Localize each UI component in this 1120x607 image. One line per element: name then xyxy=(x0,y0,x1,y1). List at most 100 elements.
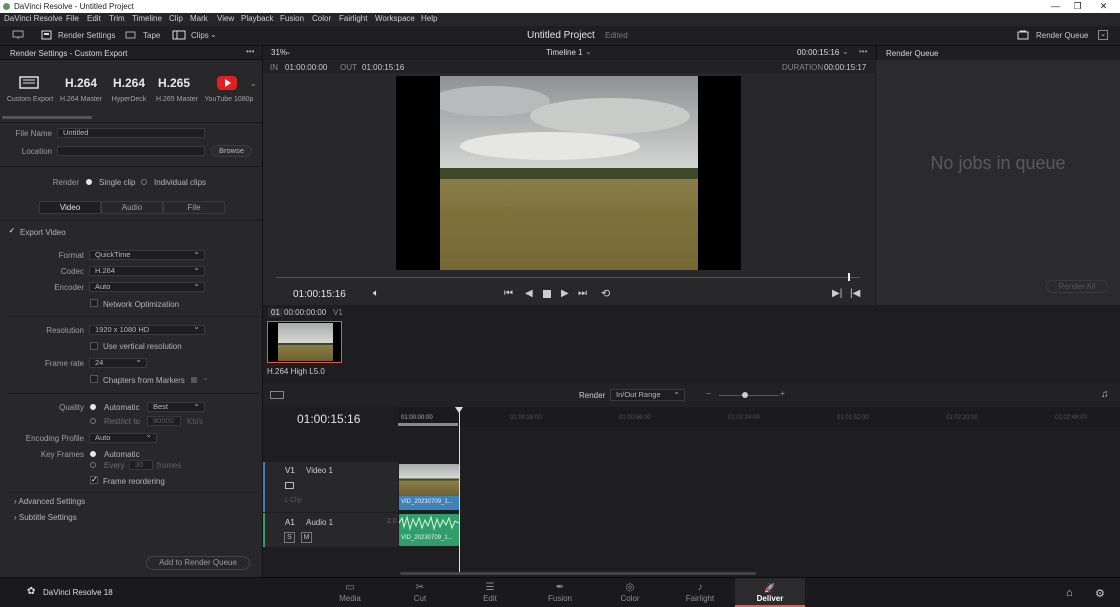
render-queue-icon[interactable] xyxy=(1017,30,1029,42)
menu-clip[interactable]: Clip xyxy=(169,14,183,23)
youtube-icon[interactable] xyxy=(217,76,237,90)
codec-select[interactable]: H.264 xyxy=(89,264,205,276)
page-color[interactable]: ◎ Color xyxy=(595,582,665,603)
network-optimization-checkbox[interactable] xyxy=(90,299,98,307)
menu-trim[interactable]: Trim xyxy=(109,14,125,23)
preset-h265-master[interactable]: H.265 Master xyxy=(151,96,203,103)
menu-workspace[interactable]: Workspace xyxy=(375,14,415,23)
menu-help[interactable]: Help xyxy=(421,14,437,23)
individual-clips-radio[interactable] xyxy=(141,179,147,185)
menu-timeline[interactable]: Timeline xyxy=(132,14,162,23)
expand-panel-icon[interactable]: ⌄ xyxy=(1098,30,1108,40)
play-reverse-icon[interactable]: ◀ xyxy=(525,288,533,299)
next-marker-icon[interactable]: ▶| xyxy=(832,288,842,299)
subtitle-settings-toggle[interactable]: › Subtitle Settings xyxy=(14,513,77,522)
play-icon[interactable]: ▶ xyxy=(561,288,569,299)
scrubber-track[interactable] xyxy=(276,277,860,278)
chapters-checkbox[interactable] xyxy=(90,375,98,383)
menu-mark[interactable]: Mark xyxy=(190,14,208,23)
resolution-select[interactable]: 1920 x 1080 HD xyxy=(89,323,205,335)
menu-color[interactable]: Color xyxy=(312,14,331,23)
clip-thumbnail[interactable] xyxy=(267,321,342,363)
preset-h264-master[interactable]: H.264 Master xyxy=(58,96,104,103)
format-select[interactable]: QuickTime xyxy=(89,248,205,260)
mute-button[interactable]: M xyxy=(301,532,312,543)
clips-button[interactable]: Clips xyxy=(191,31,209,40)
menu-file[interactable]: File xyxy=(66,14,79,23)
file-name-field[interactable]: Untitled xyxy=(57,128,205,138)
zoom-slider[interactable] xyxy=(719,395,779,396)
tab-file[interactable]: File xyxy=(163,201,225,214)
page-fairlight[interactable]: ♪ Fairlight xyxy=(665,582,735,603)
render-settings-icon[interactable] xyxy=(41,30,52,42)
playhead-marker[interactable] xyxy=(848,273,850,281)
playhead-handle[interactable] xyxy=(455,407,463,413)
keyframes-every-radio[interactable] xyxy=(90,462,96,468)
options-icon[interactable]: ••• xyxy=(246,47,254,56)
volume-icon[interactable]: 🔈︎ xyxy=(373,288,379,299)
home-icon[interactable]: ⌂ xyxy=(1066,587,1073,599)
close-icon[interactable]: ✕ xyxy=(1098,1,1109,12)
preset-h264-master-title[interactable]: H.264 xyxy=(58,76,104,90)
minimize-icon[interactable]: — xyxy=(1050,1,1061,11)
previous-marker-icon[interactable]: |◀ xyxy=(850,288,860,299)
viewer-options-icon[interactable]: ••• xyxy=(859,47,867,56)
encoding-profile-select[interactable]: Auto xyxy=(89,431,157,443)
preset-custom-export[interactable]: Custom Export xyxy=(4,96,56,103)
track-monitor-icon[interactable] xyxy=(285,482,294,489)
render-all-button[interactable]: Render All xyxy=(1046,280,1108,293)
render-range-select[interactable]: In/Out Range xyxy=(610,387,685,401)
tape-button[interactable]: Tape xyxy=(143,31,160,40)
preset-hyperdeck-title[interactable]: H.264 xyxy=(106,76,152,90)
video-clip[interactable]: VID_20230709_1... xyxy=(399,464,459,510)
go-to-start-icon[interactable]: ⏮︎ xyxy=(504,288,513,299)
render-settings-button[interactable]: Render Settings xyxy=(58,31,115,40)
frame-reordering-checkbox[interactable]: ✓ xyxy=(90,476,98,484)
tab-video[interactable]: Video xyxy=(39,201,101,214)
vertical-resolution-checkbox[interactable] xyxy=(90,342,98,350)
gear-icon[interactable]: ⚙ xyxy=(1095,587,1105,600)
browse-button[interactable]: Browse xyxy=(211,145,252,157)
page-fusion[interactable]: ✒ Fusion xyxy=(525,582,595,603)
timeline-select[interactable]: Timeline 1 xyxy=(546,48,583,57)
restrict-value-field[interactable]: 80000 xyxy=(147,416,181,426)
menu-edit[interactable]: Edit xyxy=(87,14,101,23)
marker-color-icon[interactable] xyxy=(191,377,197,383)
maximize-icon[interactable]: ❐ xyxy=(1072,1,1083,12)
advanced-settings-toggle[interactable]: › Advanced Settings xyxy=(14,497,85,506)
page-media[interactable]: ▭ Media xyxy=(315,582,385,603)
preset-youtube-1080p[interactable]: YouTube 1080p xyxy=(202,96,256,103)
zoom-slider-handle[interactable] xyxy=(742,392,748,398)
solo-button[interactable]: S xyxy=(284,532,295,543)
menu-fusion[interactable]: Fusion xyxy=(280,14,304,23)
tape-icon[interactable] xyxy=(125,30,136,42)
go-to-end-icon[interactable]: ⏭︎ xyxy=(578,288,587,299)
timeline-ruler[interactable]: 01:00:00:00 01:00:28:00 01:00:56:00 01:0… xyxy=(398,407,1120,427)
quality-select[interactable]: Best xyxy=(147,400,205,412)
menu-davinci-resolve[interactable]: DaVinci Resolve xyxy=(4,14,63,23)
in-out-range-bar[interactable] xyxy=(398,423,458,426)
timecode-chevron-icon[interactable]: ⌄ xyxy=(842,47,849,56)
timeline-view-icon[interactable] xyxy=(270,391,284,399)
clips-icon[interactable] xyxy=(172,30,186,42)
preset-hyperdeck[interactable]: HyperDeck xyxy=(106,96,152,103)
zoom-chevron-icon[interactable]: ⌄ xyxy=(285,47,292,56)
zoom-in-icon[interactable]: + xyxy=(780,389,785,398)
presets-chevron-icon[interactable]: ⌄ xyxy=(250,79,257,88)
tab-audio[interactable]: Audio xyxy=(101,201,163,214)
page-edit[interactable]: ☰ Edit xyxy=(455,582,525,603)
add-to-render-queue-button[interactable]: Add to Render Queue xyxy=(146,556,250,570)
preset-h265-master-title[interactable]: H.265 xyxy=(151,76,197,90)
page-cut[interactable]: ✂ Cut xyxy=(385,582,455,603)
quality-automatic-radio[interactable] xyxy=(90,404,96,410)
export-video-checkbox[interactable]: ✓ xyxy=(8,227,16,236)
chevron-down-icon[interactable]: ⌄ xyxy=(210,30,217,39)
audio-clip[interactable]: VID_20230709_1... xyxy=(399,514,459,546)
custom-export-icon[interactable] xyxy=(19,76,39,92)
every-value-field[interactable]: 30 xyxy=(129,460,153,470)
timeline-scrollbar[interactable] xyxy=(400,572,756,575)
menu-fairlight[interactable]: Fairlight xyxy=(339,14,367,23)
frame-rate-select[interactable]: 24 xyxy=(89,356,147,368)
single-clip-radio[interactable] xyxy=(86,179,92,185)
menu-playback[interactable]: Playback xyxy=(241,14,273,23)
